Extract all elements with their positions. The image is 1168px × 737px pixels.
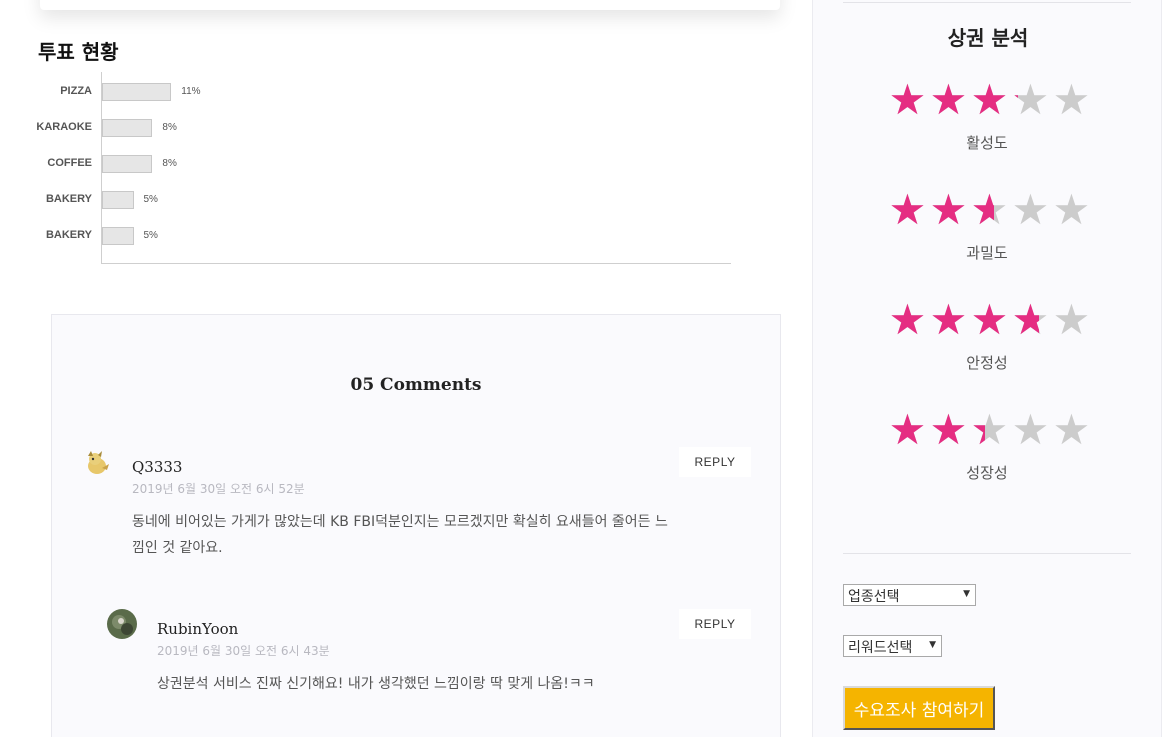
star-rating-stars: ★★★★★★★★★★ [887,300,1097,344]
bar [102,227,134,245]
star-rating-fill: ★★★★★ [887,410,986,454]
bar-category-label: KARAOKE [36,121,92,133]
bar-value-label: 5% [143,194,158,205]
divider [843,2,1131,3]
comment-body: 동네에 비어있는 가게가 많았는데 KB FBI덕분인지는 모르겠지만 확실히 … [132,514,668,556]
keyword-select[interactable]: 리워드선택 ▼ [843,635,942,657]
star-icon: ★ [1011,300,1039,344]
star-rating-label: 성장성 [966,464,1008,482]
bar-row: PIZZA 11% [40,82,740,102]
reply-button[interactable]: REPLY [679,609,751,639]
divider [843,553,1131,554]
star-rating-label: 안정성 [966,354,1008,372]
star-rating: ★★★★★★★★★★안정성 [887,300,1097,373]
reply-button[interactable]: REPLY [679,447,751,477]
comment-author: Q3333 [132,458,183,476]
star-rating-label: 활성도 [966,134,1008,152]
star-icon: ★ [1052,80,1091,124]
star-icon: ★ [929,190,968,234]
chevron-down-icon: ▼ [963,589,970,599]
bar-row: KARAOKE 8% [36,118,740,138]
bar-row: BAKERY 5% [40,226,740,246]
comment-body: 상권분석 서비스 진짜 신기해요! 내가 생각했던 느낌이랑 딱 맞게 나옴!ㅋ… [157,676,595,692]
sidebar-title: 상권 분석 [947,26,1029,50]
main-content: 투표 현황 PIZZA 11% KARAOKE 8% COFFEE 8% BAKERY 5% B… [0,0,800,737]
star-rating: ★★★★★★★★★★성장성 [887,410,1097,483]
star-rating-fill: ★★★★★ [887,80,1019,124]
bar-row: BAKERY 5% [40,190,740,210]
poll-title: 투표 현황 [38,40,119,64]
bar-category-label: BAKERY [45,193,92,205]
bar [102,191,134,209]
star-icon: ★ [888,80,927,124]
star-icon: ★ [888,300,927,344]
star-rating-label: 과밀도 [966,244,1008,262]
comments-title: 05 Comments [350,375,482,395]
avatar [82,448,112,478]
survey-participate-button[interactable]: 수요조사 참여하기 [843,686,995,730]
bar-value-label: 8% [162,122,177,133]
industry-select[interactable]: 업종선택 ▼ [843,584,976,606]
comments-section: 05 Comments Q3333 2019년 6월 30일 오전 6시 52분… [51,314,781,737]
star-rating-stars: ★★★★★★★★★★ [887,80,1097,124]
star-rating-stars: ★★★★★★★★★★ [887,190,1097,234]
star-icon: ★ [1052,190,1091,234]
bar-value-label: 11% [181,86,201,97]
star-icon: ★ [1010,80,1019,121]
star-icon: ★ [1052,410,1091,454]
star-icon: ★ [888,410,927,454]
star-rating-stars: ★★★★★★★★★★ [887,410,1097,454]
bar-category-label: BAKERY [45,229,92,241]
star-icon: ★ [1052,300,1091,344]
star-rating-fill: ★★★★★ [887,300,1039,344]
star-rating: ★★★★★★★★★★활성도 [887,80,1097,153]
bar-value-label: 8% [162,158,177,169]
chevron-down-icon: ▼ [929,640,936,650]
star-icon: ★ [970,80,1009,124]
bar [102,119,153,137]
star-icon: ★ [970,190,994,234]
sidebar: 상권 분석 ★★★★★★★★★★활성도★★★★★★★★★★과밀도★★★★★★★★… [812,0,1162,737]
star-icon: ★ [969,410,986,451]
star-icon: ★ [1011,190,1050,234]
bar-row: COFFEE 8% [40,154,740,174]
bar [102,155,153,173]
star-icon: ★ [888,190,927,234]
chart-x-axis [101,263,731,264]
star-icon: ★ [929,410,968,454]
industry-select-value: 업종선택 [848,589,900,605]
comment-date: 2019년 6월 30일 오전 6시 43분 [157,644,330,658]
poll-bar-chart: PIZZA 11% KARAOKE 8% COFFEE 8% BAKERY 5% BAKERY 5… [36,72,740,272]
bar-category-label: COFFEE [47,157,92,169]
comment-date: 2019년 6월 30일 오전 6시 52분 [132,482,305,496]
comment-author: RubinYoon [157,620,239,638]
bar-value-label: 5% [143,230,158,241]
star-icon: ★ [970,300,1009,344]
star-icon: ★ [929,300,968,344]
star-icon: ★ [1011,410,1050,454]
star-rating: ★★★★★★★★★★과밀도 [887,190,1097,263]
star-rating-fill: ★★★★★ [887,190,994,234]
star-icon: ★ [929,80,968,124]
bar [102,83,172,101]
bar-category-label: PIZZA [60,85,92,97]
keyword-select-value: 리워드선택 [848,640,913,656]
avatar [107,609,137,639]
